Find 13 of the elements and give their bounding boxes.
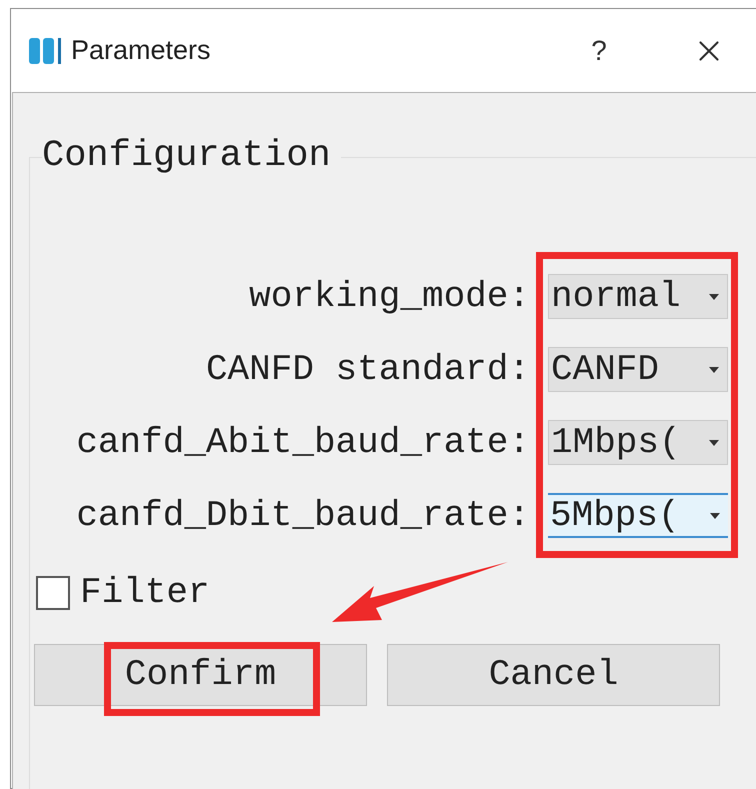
field-label: canfd_Dbit_baud_rate: — [76, 494, 530, 538]
field-label: working_mode: — [249, 275, 530, 319]
dropdown[interactable]: CANFD — [548, 347, 728, 392]
dropdown[interactable]: 5Mbps( — [548, 493, 728, 538]
dialog-button[interactable]: Confirm — [34, 644, 367, 706]
dialog-button[interactable]: Cancel — [387, 644, 720, 706]
dropdown[interactable]: 1Mbps( — [548, 420, 728, 465]
field-label: CANFD standard: — [206, 348, 530, 392]
field-label: canfd_Abit_baud_rate: — [76, 421, 530, 465]
dropdown[interactable]: normal — [548, 274, 728, 319]
window-title: Parameters — [71, 34, 211, 68]
checkbox-label: Filter — [80, 571, 210, 615]
help-button[interactable]: ? — [579, 30, 619, 72]
